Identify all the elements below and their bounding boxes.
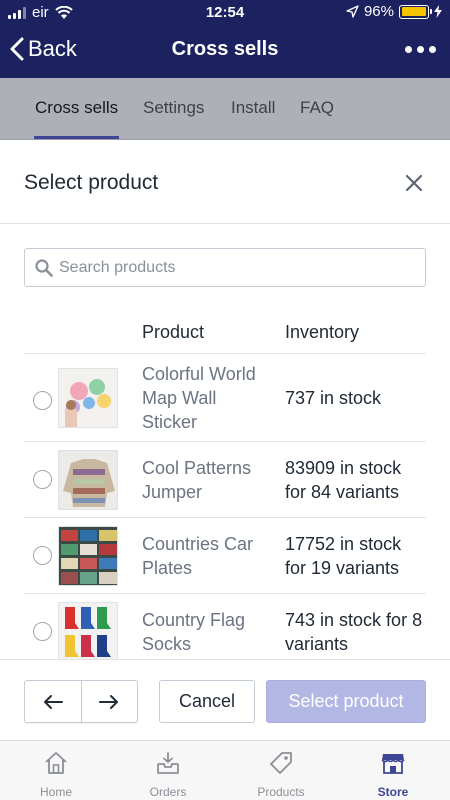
car-plates-thumbnail (58, 526, 118, 586)
chevron-left-icon (10, 37, 24, 61)
table-row[interactable]: Colorful World Map Wall Sticker 737 in s… (24, 354, 426, 442)
store-icon (381, 754, 405, 774)
bottom-tab-label: Store (377, 785, 409, 799)
tab-faq[interactable]: FAQ (300, 98, 334, 118)
search-input[interactable] (59, 249, 419, 286)
world-map-sticker-thumbnail (58, 368, 118, 428)
product-name[interactable]: Colorful World Map Wall Sticker (142, 362, 272, 434)
previous-page-button[interactable] (25, 681, 81, 722)
bottom-tab-store[interactable]: Store (337, 741, 449, 800)
battery-icon (399, 4, 432, 19)
column-header-product: Product (142, 322, 205, 342)
status-right: 96% (346, 3, 442, 20)
more-dot-icon (429, 46, 436, 53)
table-row[interactable]: Countries Car Plates 17752 in stock for … (24, 518, 426, 594)
status-bar: eir 12:54 96% (0, 0, 450, 24)
row-radio[interactable] (33, 546, 52, 565)
product-name[interactable]: Cool Patterns Jumper (142, 456, 272, 504)
tab-install[interactable]: Install (231, 98, 275, 118)
bottom-tab-label: Orders (149, 785, 187, 799)
more-options-button[interactable] (405, 46, 436, 53)
product-inventory: 17752 in stock for 19 variants (285, 534, 402, 578)
location-arrow-icon (346, 5, 359, 18)
product-name[interactable]: Countries Car Plates (142, 532, 272, 580)
modal-header: Select product (0, 143, 450, 224)
row-radio[interactable] (33, 391, 52, 410)
modal-footer: Cancel Select product (0, 659, 450, 740)
tab-cross-sells[interactable]: Cross sells (35, 98, 118, 118)
arrow-left-icon (43, 694, 63, 709)
bottom-tab-products[interactable]: Products (225, 741, 337, 800)
patterned-jumper-thumbnail (58, 450, 118, 510)
bottom-tab-orders[interactable]: Orders (112, 741, 224, 800)
search-icon (35, 259, 53, 277)
bottom-tab-label: Home (39, 785, 72, 799)
more-dot-icon (405, 46, 412, 53)
select-product-modal: Select product Product Inventory (0, 143, 450, 740)
back-label: Back (28, 36, 77, 61)
back-button[interactable]: Back (10, 36, 77, 62)
close-button[interactable] (404, 173, 424, 193)
close-icon (405, 174, 423, 192)
bottom-tab-label: Products (257, 785, 305, 799)
home-icon (45, 752, 67, 774)
bottom-tab-home[interactable]: Home (0, 741, 112, 800)
select-product-button[interactable]: Select product (266, 680, 426, 723)
bottom-tab-bar: Home Orders Products Store (0, 740, 450, 800)
column-header-inventory: Inventory (285, 322, 360, 342)
arrow-right-icon (99, 694, 119, 709)
tab-settings[interactable]: Settings (143, 98, 204, 118)
product-inventory: 83909 in stock for 84 variants (285, 458, 402, 502)
battery-fill (401, 7, 426, 16)
table-row[interactable]: Cool Patterns Jumper 83909 in stock for … (24, 442, 426, 518)
orders-icon (157, 752, 179, 774)
product-list: Colorful World Map Wall Sticker 737 in s… (24, 354, 426, 659)
modal-title: Select product (24, 171, 159, 194)
charging-bolt-icon (434, 5, 442, 18)
product-inventory: 743 in stock for 8 variants (285, 610, 423, 654)
nav-bar: Back Cross sells (0, 24, 450, 78)
more-dot-icon (417, 46, 424, 53)
tab-bar: Cross sells Settings Install FAQ (0, 78, 450, 140)
search-field[interactable] (24, 248, 426, 287)
row-radio[interactable] (33, 622, 52, 641)
product-inventory: 737 in stock (285, 388, 382, 408)
table-row[interactable]: Country Flag Socks 743 in stock for 8 va… (24, 594, 426, 659)
product-name[interactable]: Country Flag Socks (142, 608, 272, 656)
cancel-button[interactable]: Cancel (159, 680, 255, 723)
next-page-button[interactable] (80, 681, 138, 722)
battery-percent: 96% (363, 3, 394, 20)
pagination (24, 680, 138, 723)
table-header: Product Inventory (24, 308, 426, 354)
flag-socks-thumbnail (58, 602, 118, 659)
active-tab-indicator (34, 136, 119, 139)
row-radio[interactable] (33, 470, 52, 489)
tag-icon (270, 752, 292, 774)
